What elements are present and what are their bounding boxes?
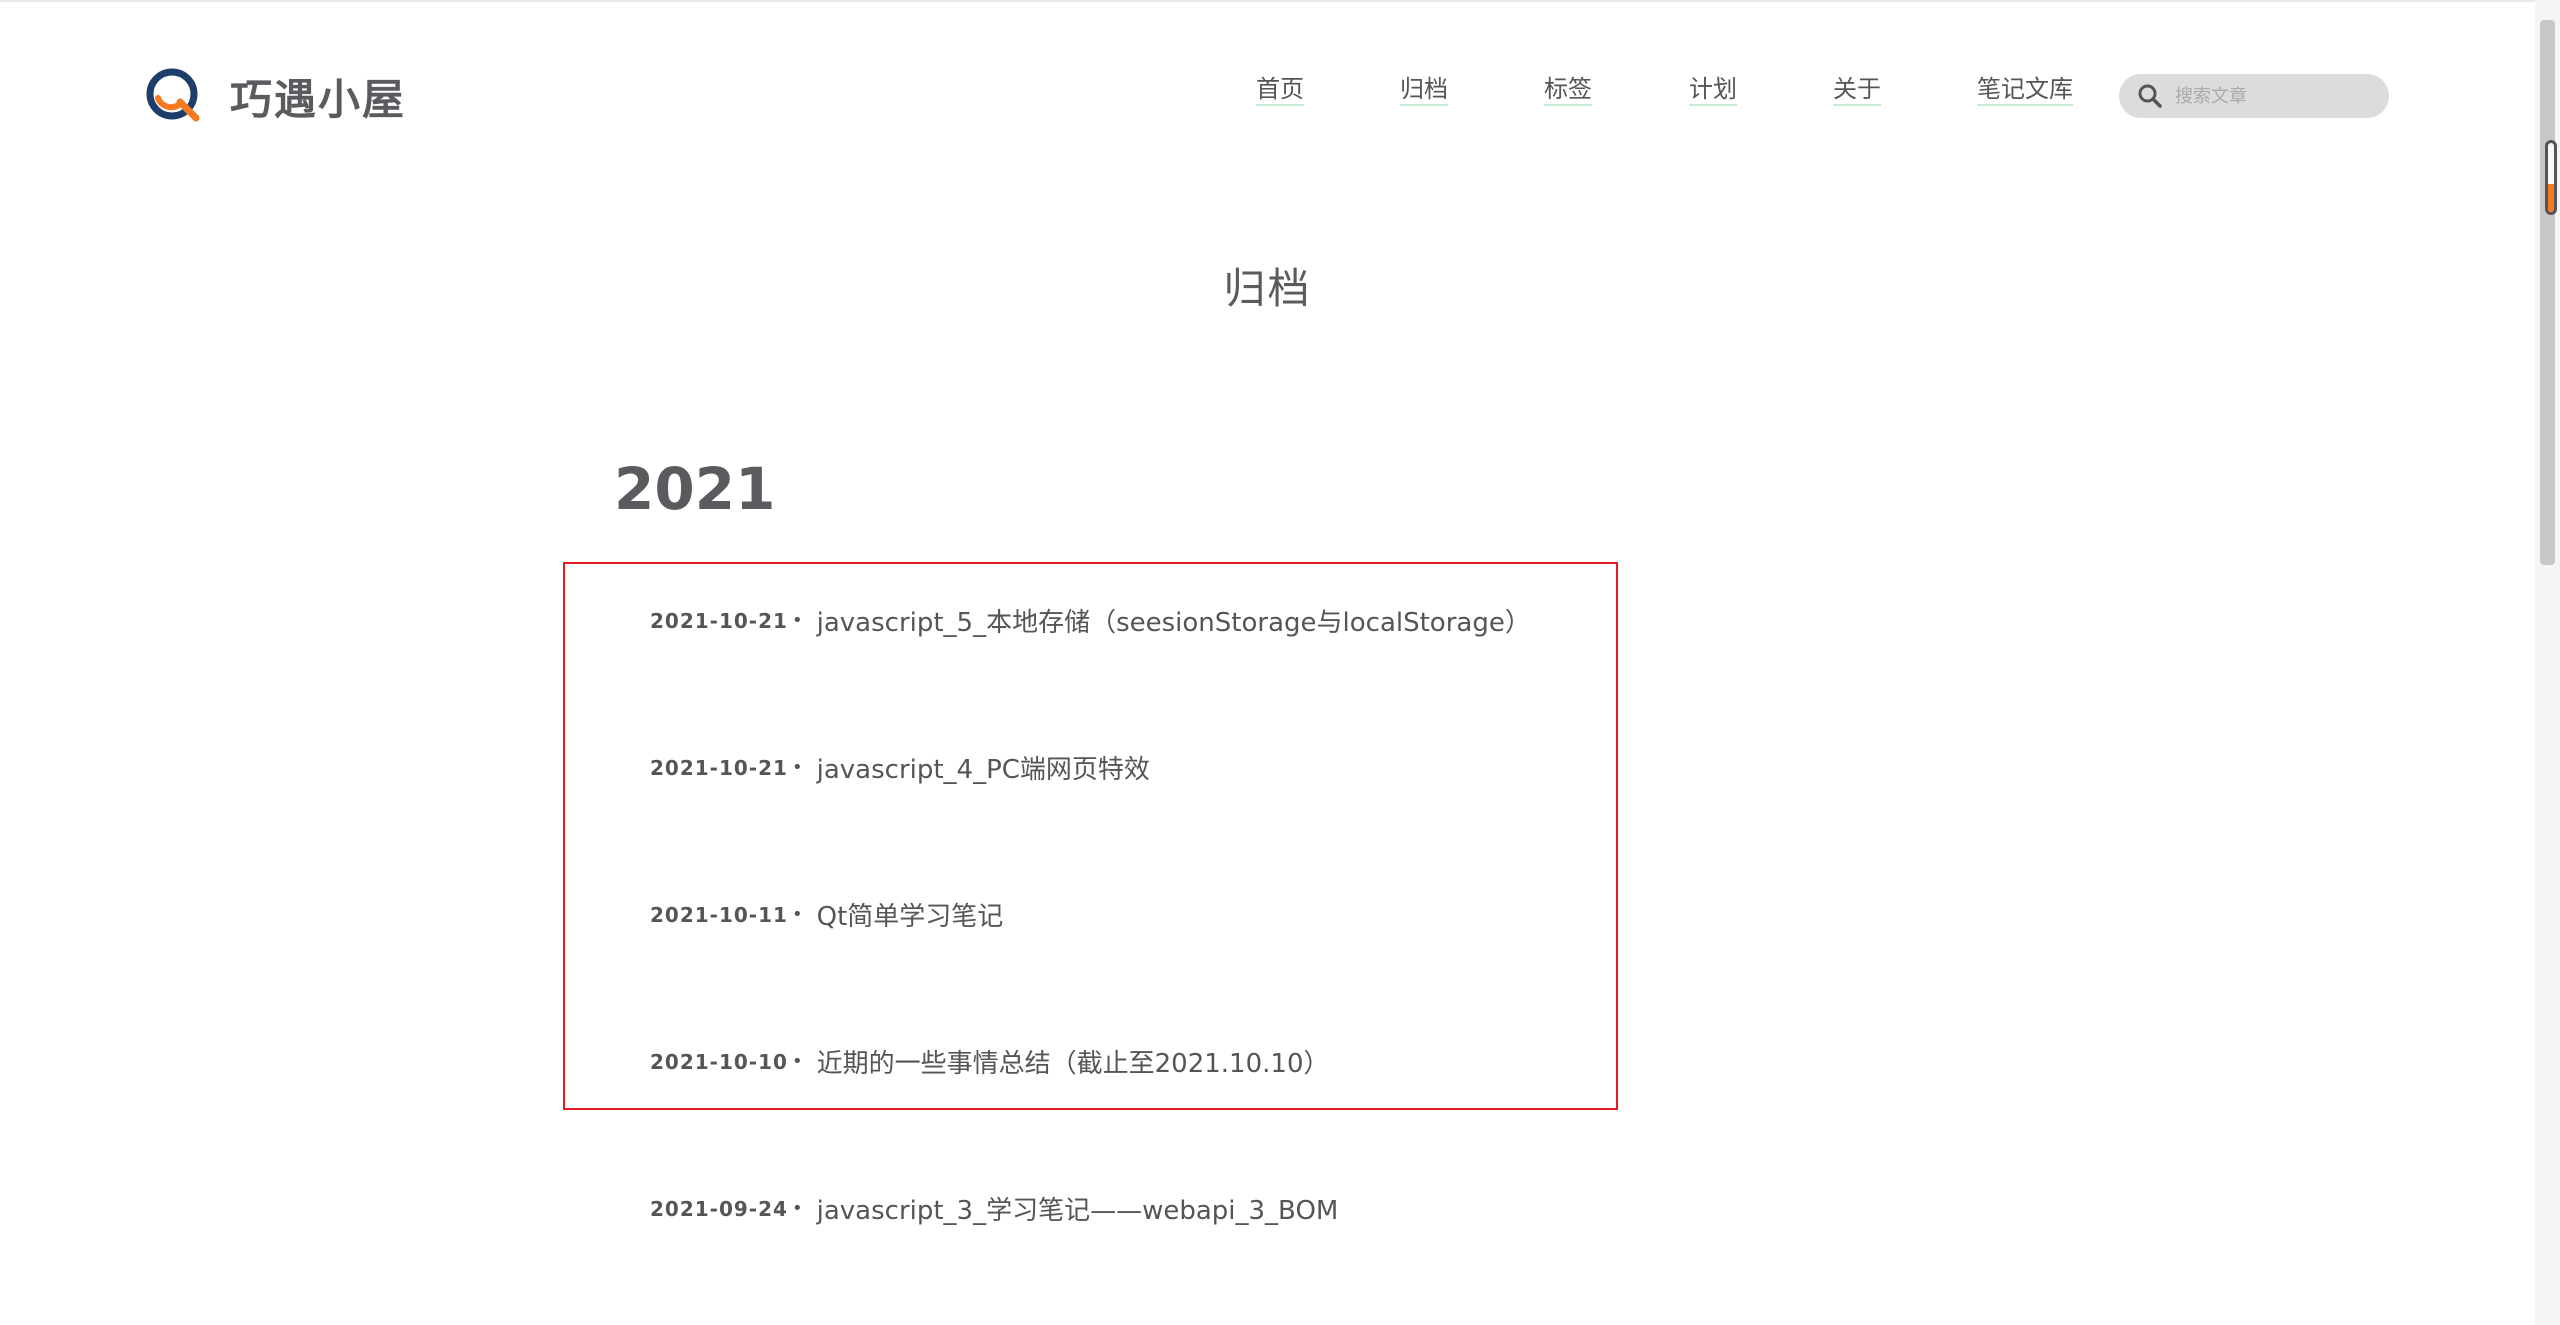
post-link[interactable]: javascript_4_PC端网页特效: [817, 749, 1150, 786]
post-link[interactable]: 近期的一些事情总结（截止至2021.10.10）: [817, 1043, 1330, 1080]
post-date: 2021-10-21: [650, 608, 788, 633]
scroll-progress-fill: [2548, 184, 2554, 212]
post-date: 2021-09-24: [650, 1196, 788, 1221]
list-item: 2021-10-10 • 近期的一些事情总结（截止至2021.10.10）: [650, 1043, 1330, 1080]
list-item: 2021-10-11 • Qt简单学习笔记: [650, 896, 1003, 933]
nav-item-about[interactable]: 关于: [1833, 76, 1881, 107]
site-name: 巧遇小屋: [230, 74, 407, 124]
list-item: 2021-10-21 • javascript_4_PC端网页特效: [650, 749, 1150, 786]
post-date: 2021-10-21: [650, 755, 788, 780]
nav-item-tags[interactable]: 标签: [1544, 76, 1592, 107]
site-logo[interactable]: 巧遇小屋: [144, 66, 406, 126]
post-link[interactable]: Qt简单学习笔记: [817, 896, 1004, 933]
nav-item-home[interactable]: 首页: [1256, 76, 1304, 107]
logo-magnifier-icon: [144, 66, 204, 126]
list-item: 2021-09-24 • javascript_3_学习笔记——webapi_3…: [650, 1190, 1338, 1227]
post-date: 2021-10-11: [650, 902, 788, 927]
archive-year: 2021: [614, 455, 776, 523]
scrollbar-thumb[interactable]: [2540, 20, 2555, 565]
highlight-box: [563, 562, 1618, 1110]
nav-item-notes[interactable]: 笔记文库: [1977, 76, 2073, 107]
post-link[interactable]: javascript_5_本地存储（seesionStorage与localSt…: [817, 602, 1531, 639]
search-input[interactable]: [2173, 84, 2377, 108]
page-title: 归档: [1223, 264, 1312, 313]
post-date: 2021-10-10: [650, 1049, 788, 1074]
search-box[interactable]: [2119, 74, 2389, 118]
bullet: •: [792, 904, 803, 925]
bullet: •: [792, 610, 803, 631]
bullet: •: [792, 1051, 803, 1072]
nav-item-archive[interactable]: 归档: [1400, 76, 1448, 107]
search-icon[interactable]: [2137, 83, 2163, 109]
list-item: 2021-10-21 • javascript_5_本地存储（seesionSt…: [650, 602, 1531, 639]
nav-item-plan[interactable]: 计划: [1689, 76, 1737, 107]
scroll-progress-handle[interactable]: [2545, 140, 2557, 215]
post-link[interactable]: javascript_3_学习笔记——webapi_3_BOM: [817, 1190, 1339, 1227]
site-header: 巧遇小屋 首页 归档 标签 计划 关于 笔记文库: [0, 0, 2535, 160]
bullet: •: [792, 757, 803, 778]
bullet: •: [792, 1198, 803, 1219]
